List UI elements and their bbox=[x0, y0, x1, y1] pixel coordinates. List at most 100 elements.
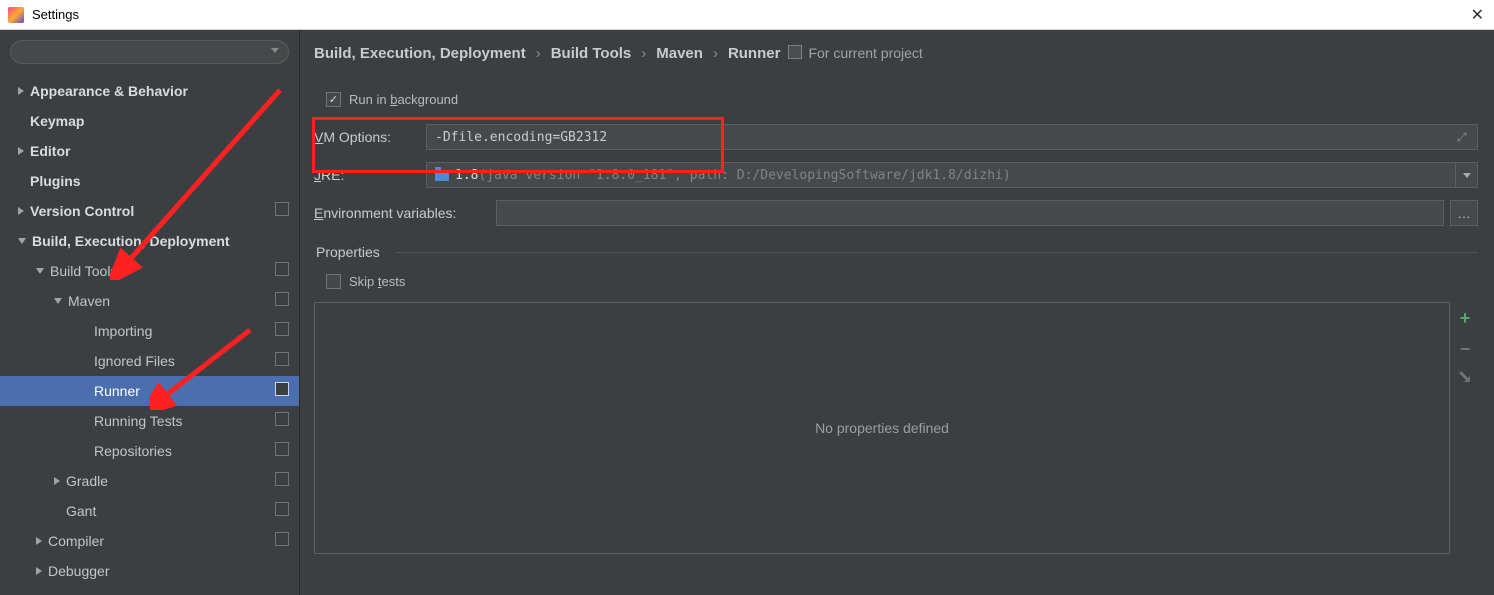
tree-arrow-icon[interactable] bbox=[18, 147, 24, 155]
close-icon[interactable]: ✕ bbox=[1471, 5, 1484, 25]
breadcrumb-item: Runner bbox=[728, 45, 781, 62]
vm-options-input[interactable]: -Dfile.encoding=GB2312 ⤢ bbox=[426, 124, 1478, 150]
properties-table[interactable]: No properties defined bbox=[314, 302, 1450, 554]
search-history-icon[interactable] bbox=[271, 48, 279, 53]
env-vars-label: Environment variables: bbox=[314, 205, 496, 221]
sidebar-item-importing[interactable]: Importing bbox=[0, 316, 299, 346]
sidebar-item-label: Gradle bbox=[66, 473, 108, 489]
project-scope-icon bbox=[277, 264, 289, 276]
settings-sidebar: Appearance & Behavior Keymap Editor Plugins… bbox=[0, 30, 300, 595]
folder-icon bbox=[435, 170, 449, 181]
jre-row: JRE: 1.8 (java version "1.8.0_181", path… bbox=[314, 156, 1478, 194]
tree-arrow-icon[interactable] bbox=[54, 298, 62, 304]
properties-wrap: No properties defined + − bbox=[314, 302, 1450, 554]
sidebar-item-runner[interactable]: Runner bbox=[0, 376, 299, 406]
sidebar-item-debugger[interactable]: Debugger bbox=[0, 556, 299, 586]
properties-toolbar: + − bbox=[1454, 302, 1476, 384]
env-vars-input[interactable] bbox=[496, 200, 1444, 226]
sidebar-item-label: Runner bbox=[94, 383, 140, 399]
sidebar-item-label: Ignored Files bbox=[94, 353, 175, 369]
run-in-background-label: Run in background bbox=[349, 92, 458, 107]
chevron-down-icon[interactable] bbox=[1455, 163, 1477, 187]
sidebar-item-version-control[interactable]: Version Control bbox=[0, 196, 299, 226]
breadcrumb-sep: › bbox=[641, 45, 646, 62]
sidebar-item-build-execution-deployment[interactable]: Build, Execution, Deployment bbox=[0, 226, 299, 256]
sidebar-item-label: Maven bbox=[68, 293, 110, 309]
project-scope-icon bbox=[277, 294, 289, 306]
sidebar-item-label: Importing bbox=[94, 323, 152, 339]
sidebar-item-plugins[interactable]: Plugins bbox=[0, 166, 299, 196]
runner-form: ✓ Run in background VM Options: -Dfile.e… bbox=[314, 80, 1478, 554]
project-scope-icon bbox=[277, 534, 289, 546]
tree-arrow-icon[interactable] bbox=[18, 87, 24, 95]
project-scope-icon bbox=[277, 354, 289, 366]
breadcrumb-sep: › bbox=[713, 45, 718, 62]
breadcrumb-item[interactable]: Maven bbox=[656, 45, 703, 62]
jre-label: JRE: bbox=[314, 167, 426, 183]
breadcrumb-item[interactable]: Build Tools bbox=[551, 45, 632, 62]
sidebar-item-label: Build Tools bbox=[50, 263, 117, 279]
sidebar-item-label: Version Control bbox=[30, 203, 134, 219]
skip-tests-checkbox[interactable]: ✓ bbox=[326, 274, 341, 289]
project-scope-icon bbox=[277, 474, 289, 486]
tree-arrow-icon[interactable] bbox=[36, 537, 42, 545]
expand-icon[interactable]: ⤢ bbox=[1457, 130, 1471, 144]
settings-content: Build, Execution, Deployment › Build Too… bbox=[300, 30, 1494, 595]
add-property-button[interactable]: + bbox=[1460, 308, 1471, 329]
sidebar-item-keymap[interactable]: Keymap bbox=[0, 106, 299, 136]
skip-tests-label: Skip tests bbox=[349, 274, 405, 289]
sidebar-item-editor[interactable]: Editor bbox=[0, 136, 299, 166]
properties-heading: Properties bbox=[316, 244, 1478, 260]
sidebar-item-repositories[interactable]: Repositories bbox=[0, 436, 299, 466]
breadcrumb-sep: › bbox=[536, 45, 541, 62]
sidebar-item-build-tools[interactable]: Build Tools bbox=[0, 256, 299, 286]
tree-arrow-icon[interactable] bbox=[18, 207, 24, 215]
project-scope-icon bbox=[790, 47, 802, 59]
vm-options-row: VM Options: -Dfile.encoding=GB2312 ⤢ bbox=[314, 118, 1478, 156]
sidebar-item-label: Running Tests bbox=[94, 413, 182, 429]
tree-arrow-icon[interactable] bbox=[18, 238, 26, 244]
settings-body: Appearance & Behavior Keymap Editor Plugins… bbox=[0, 30, 1494, 595]
sidebar-item-appearance-behavior[interactable]: Appearance & Behavior bbox=[0, 76, 299, 106]
sidebar-item-gradle[interactable]: Gradle bbox=[0, 466, 299, 496]
sidebar-item-label: Compiler bbox=[48, 533, 104, 549]
jre-version: 1.8 bbox=[455, 168, 478, 183]
remove-property-button: − bbox=[1460, 339, 1471, 360]
project-scope-icon bbox=[277, 384, 289, 396]
tree-arrow-icon[interactable] bbox=[54, 477, 60, 485]
env-vars-row: Environment variables: … bbox=[314, 194, 1478, 232]
title-bar: Settings ✕ bbox=[0, 0, 1494, 30]
sidebar-item-label: Plugins bbox=[30, 173, 81, 189]
sidebar-item-label: Gant bbox=[66, 503, 96, 519]
breadcrumb: Build, Execution, Deployment › Build Too… bbox=[314, 40, 1478, 66]
project-scope-icon bbox=[277, 414, 289, 426]
sidebar-item-ignored-files[interactable]: Ignored Files bbox=[0, 346, 299, 376]
search-input[interactable] bbox=[10, 40, 289, 64]
sidebar-item-running-tests[interactable]: Running Tests bbox=[0, 406, 299, 436]
sidebar-item-label: Repositories bbox=[94, 443, 172, 459]
scope-label: For current project bbox=[808, 45, 922, 61]
sidebar-item-label: Editor bbox=[30, 143, 70, 159]
jre-path: (java version "1.8.0_181", path: D:/Deve… bbox=[478, 168, 1010, 183]
sidebar-item-label: Build, Execution, Deployment bbox=[32, 233, 230, 249]
sidebar-item-label: Debugger bbox=[48, 563, 110, 579]
sidebar-item-compiler[interactable]: Compiler bbox=[0, 526, 299, 556]
tree-arrow-icon[interactable] bbox=[36, 567, 42, 575]
sidebar-item-maven[interactable]: Maven bbox=[0, 286, 299, 316]
sidebar-item-gant[interactable]: Gant bbox=[0, 496, 299, 526]
skip-tests-row: ✓ Skip tests bbox=[314, 266, 1478, 296]
project-scope-icon bbox=[277, 444, 289, 456]
breadcrumb-item[interactable]: Build, Execution, Deployment bbox=[314, 45, 526, 62]
env-vars-browse-button[interactable]: … bbox=[1450, 200, 1478, 226]
project-scope-icon bbox=[277, 324, 289, 336]
scope-badge: For current project bbox=[790, 45, 922, 61]
edit-property-button bbox=[1455, 367, 1475, 387]
window-title: Settings bbox=[32, 7, 79, 22]
tree-arrow-icon[interactable] bbox=[36, 268, 44, 274]
project-scope-icon bbox=[277, 504, 289, 516]
sidebar-item-label: Appearance & Behavior bbox=[30, 83, 188, 99]
run-in-background-row: ✓ Run in background bbox=[314, 80, 1478, 118]
run-in-background-checkbox[interactable]: ✓ bbox=[326, 92, 341, 107]
vm-options-label: VM Options: bbox=[314, 129, 426, 145]
jre-select[interactable]: 1.8 (java version "1.8.0_181", path: D:/… bbox=[426, 162, 1478, 188]
